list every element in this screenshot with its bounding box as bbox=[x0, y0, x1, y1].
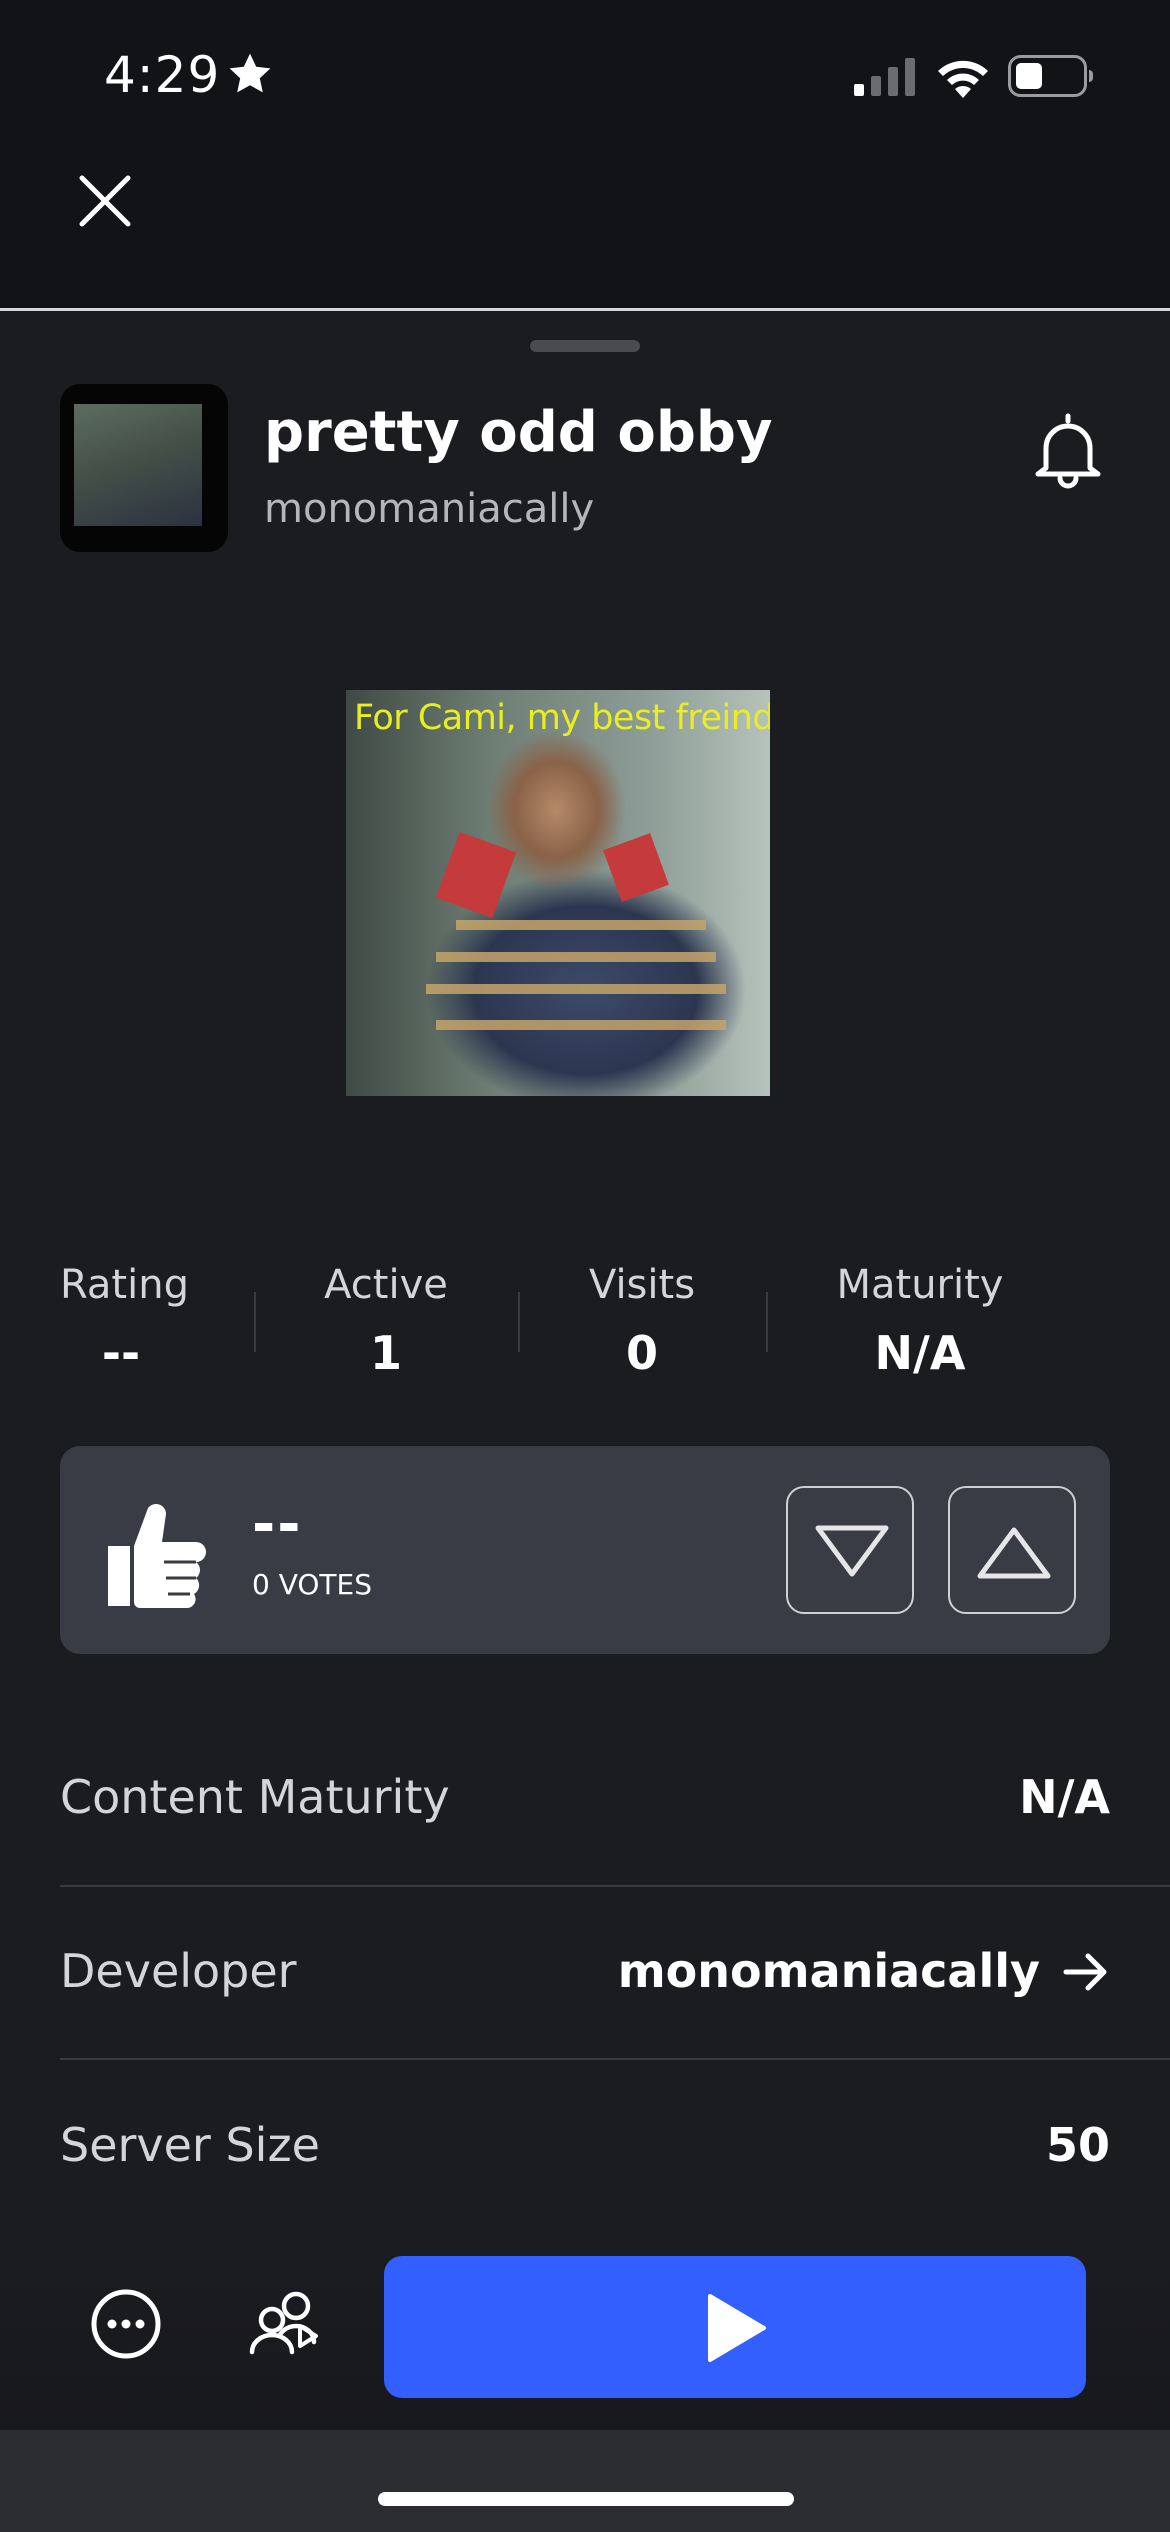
game-icon bbox=[60, 384, 228, 552]
stat-value: N/A bbox=[874, 1326, 966, 1380]
detail-value[interactable]: monomaniacally bbox=[618, 1944, 1040, 1998]
upvote-button[interactable] bbox=[948, 1486, 1076, 1614]
vote-score: -- bbox=[252, 1492, 303, 1557]
stat-divider bbox=[766, 1292, 768, 1352]
stat-label: Rating bbox=[60, 1262, 189, 1308]
detail-row-developer[interactable]: Developer monomaniacally bbox=[60, 1944, 1170, 2116]
close-icon[interactable] bbox=[70, 166, 140, 236]
stat-maturity: Maturity N/A bbox=[830, 1262, 1010, 1380]
detail-value: N/A bbox=[1019, 1770, 1110, 1824]
detail-label: Server Size bbox=[60, 2118, 320, 2172]
battery-icon bbox=[1008, 55, 1093, 97]
game-title: pretty odd obby bbox=[264, 400, 773, 465]
home-indicator[interactable] bbox=[378, 2492, 794, 2506]
stat-active: Active 1 bbox=[318, 1262, 454, 1380]
signal-icon bbox=[854, 58, 915, 96]
vote-count: 0 VOTES bbox=[252, 1568, 372, 1601]
divider bbox=[60, 2058, 1170, 2060]
play-icon bbox=[708, 2294, 766, 2362]
stat-value: 1 bbox=[369, 1326, 402, 1380]
downvote-button[interactable] bbox=[786, 1486, 914, 1614]
game-developer[interactable]: monomaniacally bbox=[264, 486, 594, 532]
play-button[interactable] bbox=[384, 2256, 1086, 2398]
stat-divider bbox=[518, 1292, 520, 1352]
triangle-down-icon bbox=[815, 1525, 889, 1577]
stat-label: Maturity bbox=[836, 1262, 1004, 1308]
thumbs-up-icon bbox=[108, 1504, 206, 1608]
triangle-up-icon bbox=[977, 1527, 1051, 1579]
top-bar bbox=[0, 160, 1170, 311]
party-icon[interactable] bbox=[248, 2286, 328, 2358]
stat-divider bbox=[254, 1292, 256, 1352]
divider bbox=[60, 1885, 1170, 1887]
stat-visits: Visits 0 bbox=[582, 1262, 702, 1380]
stat-value: 0 bbox=[625, 1326, 658, 1380]
detail-label: Content Maturity bbox=[60, 1770, 450, 1824]
stat-label: Visits bbox=[588, 1262, 696, 1308]
bell-icon[interactable] bbox=[1030, 410, 1106, 490]
status-time: 4:29 bbox=[104, 46, 221, 104]
game-thumbnail[interactable]: For Cami, my best freind. bbox=[346, 690, 770, 1096]
stat-value: -- bbox=[101, 1326, 141, 1380]
home-area bbox=[0, 2430, 1170, 2532]
star-icon bbox=[229, 53, 271, 93]
stat-rating: Rating -- bbox=[60, 1262, 189, 1380]
stat-label: Active bbox=[324, 1262, 448, 1308]
wifi-icon bbox=[938, 60, 988, 98]
sheet-grabber[interactable] bbox=[530, 340, 640, 352]
detail-value: 50 bbox=[1045, 2118, 1110, 2172]
thumbnail-caption: For Cami, my best freind. bbox=[354, 698, 770, 738]
game-details-screen: 4:29 pretty odd obby monomaniacally For … bbox=[0, 0, 1170, 2532]
arrow-right-icon[interactable] bbox=[1062, 1948, 1110, 1996]
detail-row-content-maturity: Content Maturity N/A bbox=[60, 1770, 1170, 1942]
detail-label: Developer bbox=[60, 1944, 297, 1998]
more-icon[interactable] bbox=[90, 2288, 162, 2360]
